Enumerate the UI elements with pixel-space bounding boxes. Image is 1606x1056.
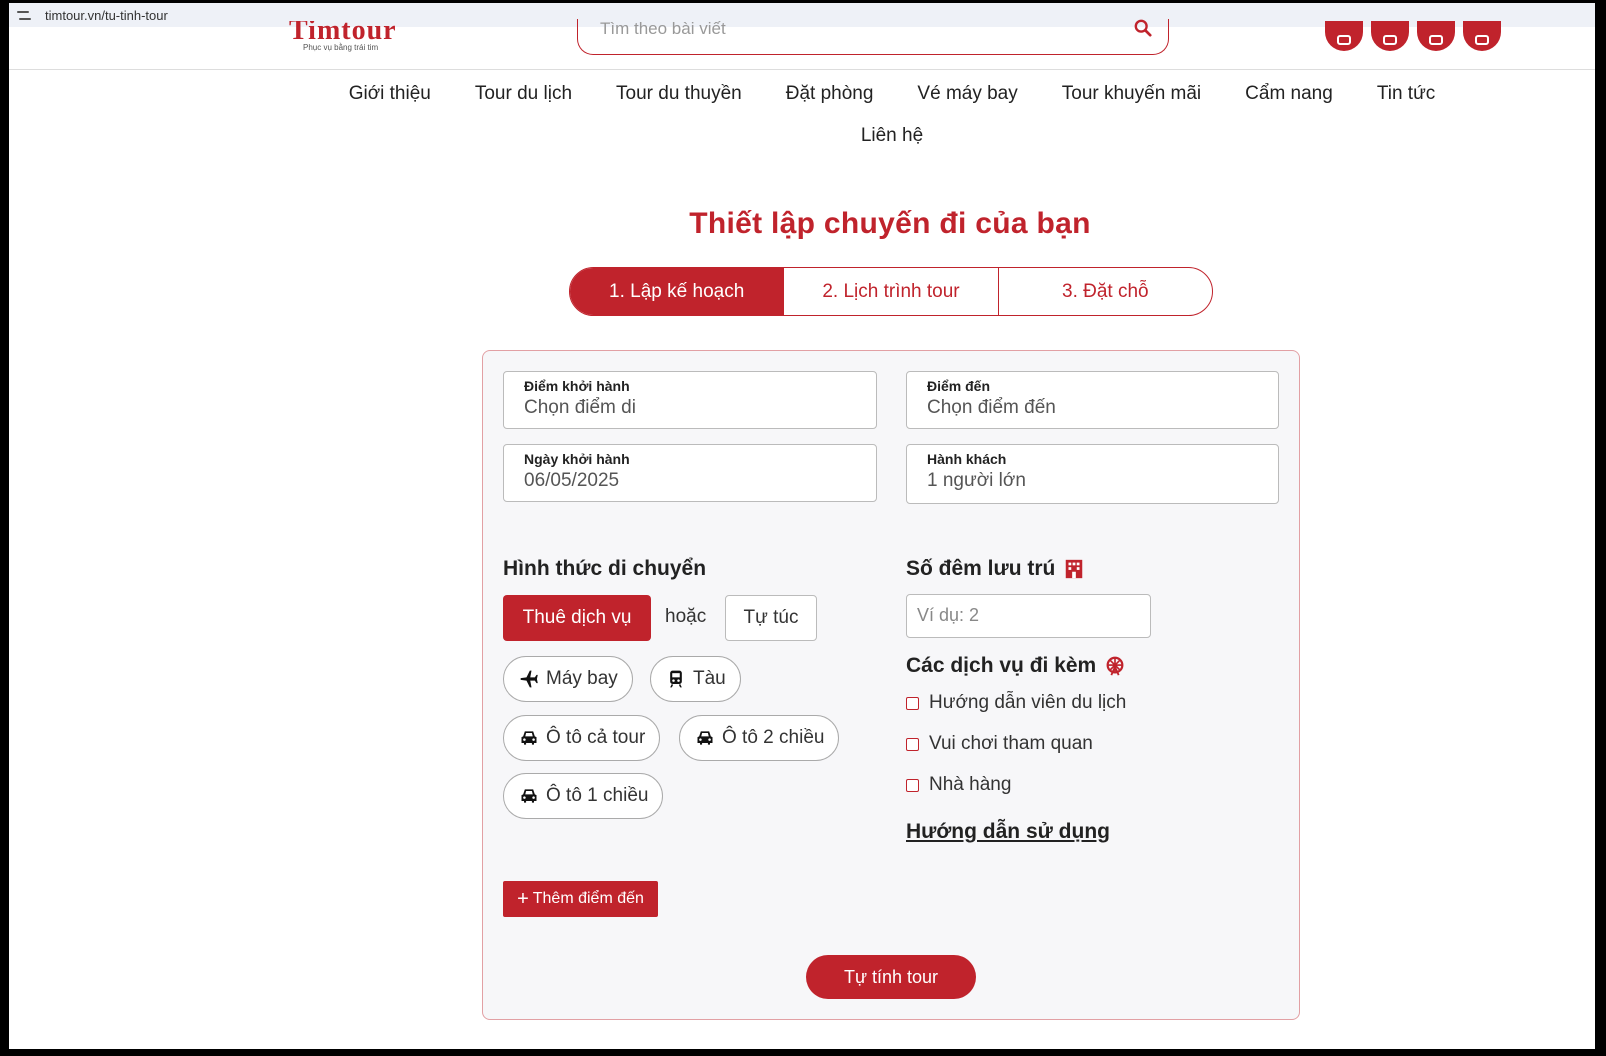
site-settings-icon[interactable] [17,8,33,22]
facebook-icon[interactable] [1325,21,1363,51]
site-header: Timtour Phục vụ bằng trái tim Tìm theo b… [9,19,1595,70]
nav-item-tour-du-thuyen[interactable]: Tour du thuyền [616,83,742,105]
departure-value: Chọn điểm di [524,397,636,418]
search-bar[interactable]: Tìm theo bài viết [577,19,1169,55]
tab-booking[interactable]: 3. Đặt chỗ [997,268,1212,315]
nights-input[interactable]: Ví dụ: 2 [906,594,1151,638]
checkbox-box[interactable] [906,778,919,792]
youtube-icon[interactable] [1371,21,1409,51]
user-guide-link[interactable]: Hướng dẫn sử dụng [906,820,1110,844]
service-restaurant-label: Nhà hàng [929,774,1012,795]
services-title: Các dịch vụ đi kèm [906,654,1126,678]
social-links [1325,21,1501,51]
logo[interactable]: Timtour Phục vụ bằng trái tim [289,21,397,52]
option-plane-label: Máy bay [546,668,618,689]
guests-value: 1 người lớn [927,470,1026,491]
date-value: 06/05/2025 [524,470,620,491]
checkbox-box[interactable] [906,696,919,710]
tab-plan[interactable]: 1. Lập kế hoạch [570,268,784,315]
hire-service-button[interactable]: Thuê dịch vụ [503,595,651,641]
service-sightseeing-checkbox[interactable]: Vui chơi tham quan [906,733,1093,755]
or-text: hoặc [665,606,707,627]
self-arranged-button[interactable]: Tự túc [725,595,817,641]
nav-item-ve-may-bay[interactable]: Vé máy bay [917,83,1017,105]
nav-item-tin-tuc[interactable]: Tin tức [1377,83,1435,105]
plus-icon: + [517,888,529,910]
search-icon[interactable] [1134,19,1152,37]
nav-item-tour-khuyen-mai[interactable]: Tour khuyến mãi [1062,83,1201,105]
destination-field[interactable]: Điểm đến Chọn điểm đến [906,371,1279,429]
nav-item-dat-phong[interactable]: Đặt phòng [786,83,874,105]
destination-value: Chọn điểm đến [927,397,1056,418]
guests-label: Hành khách [927,451,1007,467]
page: timtour.vn/tu-tinh-tour Timtour Phục vụ … [9,3,1595,1049]
add-destination-label: Thêm điểm đến [532,890,644,907]
option-train-label: Tàu [693,668,726,689]
transport-title: Hình thức di chuyển [503,557,707,580]
departure-field[interactable]: Điểm khởi hành Chọn điểm di [503,371,877,429]
car-icon [697,731,713,745]
add-destination-button[interactable]: + Thêm điểm đến [503,881,658,917]
instagram-icon[interactable] [1417,21,1455,51]
nights-title: Số đêm lưu trú [906,557,1085,581]
service-guide-label: Hướng dẫn viên du lịch [929,692,1127,713]
search-placeholder: Tìm theo bài viết [600,19,726,38]
trip-form-card: Điểm khởi hành Chọn điểm di Điểm đến Chọ… [482,350,1300,1020]
calculate-tour-button[interactable]: Tự tính tour [806,955,976,999]
departure-label: Điểm khởi hành [524,378,630,394]
option-car-round-trip[interactable]: Ô tô 2 chiều [679,715,840,761]
tiktok-icon[interactable] [1463,21,1501,51]
service-guide-checkbox[interactable]: Hướng dẫn viên du lịch [906,692,1126,714]
service-sightseeing-label: Vui chơi tham quan [929,733,1093,754]
ferris-wheel-icon [1106,656,1124,676]
option-car-round-trip-label: Ô tô 2 chiều [722,727,825,748]
service-restaurant-checkbox[interactable]: Nhà hàng [906,774,1011,796]
car-icon [521,789,537,803]
option-car-one-way[interactable]: Ô tô 1 chiều [503,773,664,819]
services-title-text: Các dịch vụ đi kèm [906,654,1097,677]
nav-item-tour-du-lich[interactable]: Tour du lịch [475,83,572,105]
train-icon [670,670,682,688]
nav-item-lien-he[interactable]: Liên hệ [861,125,923,147]
nights-title-text: Số đêm lưu trú [906,557,1056,580]
option-car-full-tour-label: Ô tô cả tour [546,727,646,748]
destination-label: Điểm đến [927,378,991,394]
checkbox-box[interactable] [906,737,919,751]
page-title: Thiết lập chuyến đi của bạn [689,207,1091,240]
date-label: Ngày khởi hành [524,451,630,467]
main-nav: Giới thiệu Tour du lịch Tour du thuyền Đ… [9,83,1595,147]
tab-itinerary[interactable]: 2. Lịch trình tour [783,268,997,315]
option-plane[interactable]: Máy bay [503,656,633,702]
nav-item-cam-nang[interactable]: Cẩm nang [1245,83,1333,105]
logo-mark: Timtour [289,21,397,41]
option-car-full-tour[interactable]: Ô tô cả tour [503,715,661,761]
nav-item-gioi-thieu[interactable]: Giới thiệu [349,83,431,105]
step-tabs: 1. Lập kế hoạch 2. Lịch trình tour 3. Đặ… [569,267,1213,316]
car-icon [521,731,537,745]
date-field[interactable]: Ngày khởi hành 06/05/2025 [503,444,877,502]
hotel-icon [1066,559,1083,579]
guests-field[interactable]: Hành khách 1 người lớn [906,444,1279,504]
url-text[interactable]: timtour.vn/tu-tinh-tour [45,8,168,23]
option-train[interactable]: Tàu [650,656,741,702]
plane-icon [520,670,538,688]
logo-tagline: Phục vụ bằng trái tim [303,43,379,52]
option-car-one-way-label: Ô tô 1 chiều [546,785,649,806]
